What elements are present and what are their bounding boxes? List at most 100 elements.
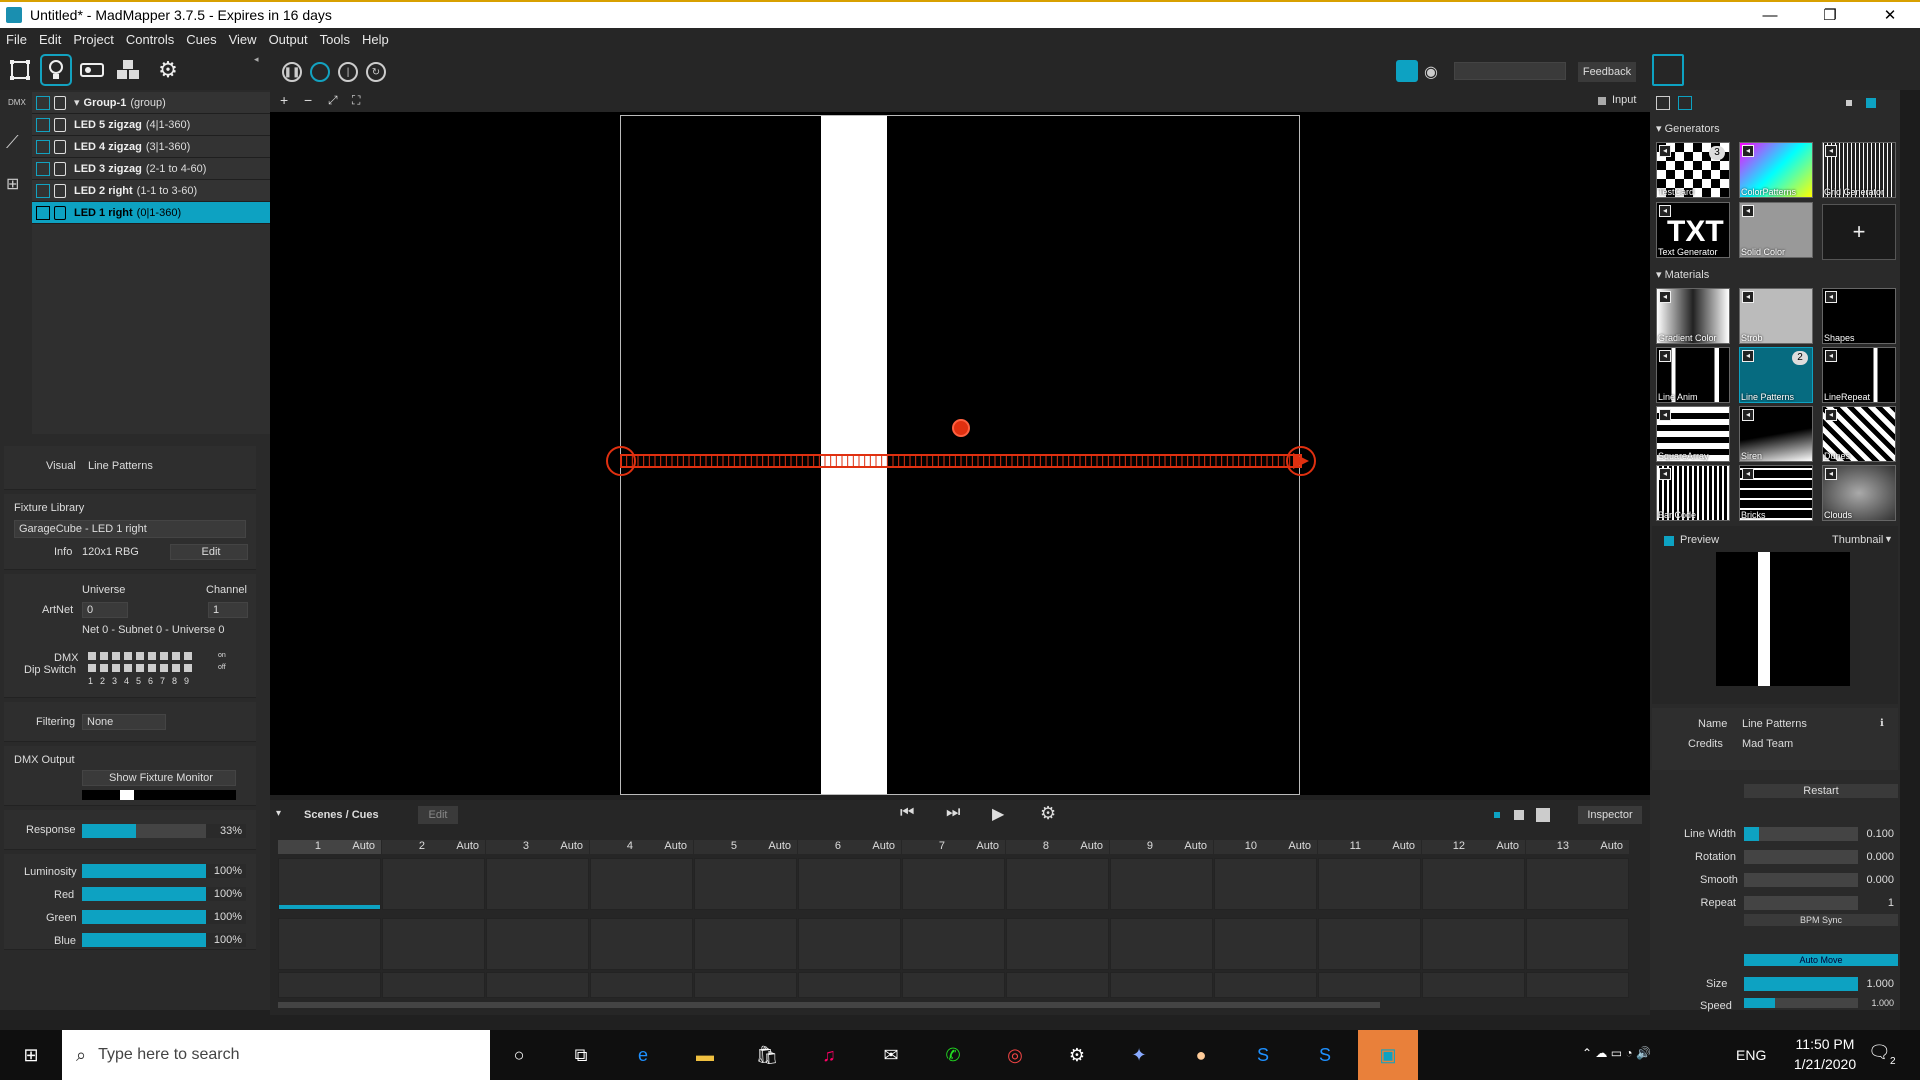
param-slider[interactable]: 0.100	[1744, 827, 1898, 841]
cue-column-header[interactable]: 10 Auto	[1214, 840, 1317, 854]
cue-cell[interactable]	[486, 918, 589, 970]
param-slider[interactable]: 1	[1744, 896, 1898, 910]
green-slider[interactable]: 100%	[82, 910, 246, 924]
cue-cell[interactable]	[1110, 918, 1213, 970]
play-thumb-icon[interactable]: ◂	[1825, 468, 1837, 480]
cue-cell[interactable]	[382, 858, 485, 910]
skype-icon[interactable]: S	[1248, 1040, 1278, 1070]
layer-visibility-checkbox[interactable]	[36, 183, 50, 198]
restart-button[interactable]: Restart	[1744, 784, 1898, 798]
cue-column-header[interactable]: 2 Auto	[382, 840, 485, 854]
material-tile[interactable]: ◂ Shapes	[1822, 288, 1896, 344]
lock-icon[interactable]	[54, 117, 66, 132]
cue-cell[interactable]	[1422, 918, 1525, 970]
play-thumb-icon[interactable]: ◂	[1659, 468, 1671, 480]
filtering-select[interactable]: None	[82, 714, 166, 730]
surfaces-mode-icon[interactable]	[6, 56, 34, 84]
layer-item[interactable]: LED 5 zigzag (4|1-360)	[32, 114, 270, 136]
add-folder-icon[interactable]: ⊞	[6, 174, 26, 194]
cue-column-header[interactable]: 11 Auto	[1318, 840, 1421, 854]
cue-cell[interactable]	[486, 858, 589, 910]
cue-cell[interactable]	[1526, 918, 1629, 970]
lock-icon[interactable]	[54, 205, 66, 220]
clock-date[interactable]: 1/21/2020	[1782, 1056, 1868, 1072]
play-thumb-icon[interactable]: ◂	[1659, 350, 1671, 362]
output-stage[interactable]	[606, 115, 1316, 795]
cue-column-header[interactable]: 4 Auto	[590, 840, 693, 854]
info-icon[interactable]: ℹ	[1880, 718, 1884, 729]
layer-visibility-checkbox[interactable]	[36, 117, 50, 132]
cue-cell[interactable]	[278, 918, 381, 970]
magnet-icon[interactable]	[1396, 60, 1418, 82]
play-thumb-icon[interactable]: ◂	[1742, 350, 1754, 362]
menu-project[interactable]: Project	[73, 32, 113, 47]
edge-icon[interactable]: e	[628, 1040, 658, 1070]
cue-cell[interactable]	[278, 858, 381, 910]
cue-cell[interactable]	[694, 972, 797, 998]
menu-controls[interactable]: Controls	[126, 32, 174, 47]
cue-cell[interactable]	[1526, 858, 1629, 910]
play-thumb-icon[interactable]: ◂	[1742, 468, 1754, 480]
dip-switch[interactable]	[148, 664, 156, 672]
freeze-icon[interactable]: |	[338, 62, 358, 82]
add-generator-button[interactable]: +	[1822, 204, 1896, 260]
material-tile[interactable]: ◂ Dunes	[1822, 406, 1896, 462]
projector-icon[interactable]	[78, 56, 106, 84]
settings-gear-icon[interactable]: ⚙	[154, 56, 182, 84]
task-view-icon[interactable]: ⧉	[566, 1040, 596, 1070]
cue-cell[interactable]	[798, 918, 901, 970]
play-thumb-icon[interactable]: ◂	[1742, 291, 1754, 303]
dip-switch[interactable]	[124, 664, 132, 672]
param-slider[interactable]: 0.000	[1744, 850, 1898, 864]
madmapper-taskbar-icon[interactable]: ▣	[1358, 1030, 1418, 1080]
cue-cell[interactable]	[382, 972, 485, 998]
record-icon[interactable]	[310, 62, 330, 82]
dip-switch[interactable]	[136, 652, 144, 660]
cue-cell[interactable]	[1214, 972, 1317, 998]
cue-column-header[interactable]: 8 Auto	[1006, 840, 1109, 854]
blue-slider[interactable]: 100%	[82, 933, 246, 947]
layer-item[interactable]: LED 3 zigzag (2-1 to 4-60)	[32, 158, 270, 180]
menu-file[interactable]: File	[6, 32, 27, 47]
material-tile[interactable]: ◂ LineRepeat	[1822, 347, 1896, 403]
eye-icon[interactable]: ◉	[1424, 62, 1438, 82]
maximize-button[interactable]: ❐	[1800, 2, 1860, 28]
fit-icon[interactable]: ⤢	[328, 93, 338, 108]
small-thumb-icon[interactable]	[1846, 100, 1852, 106]
file-explorer-icon[interactable]: ▬	[690, 1040, 720, 1070]
fixture-select[interactable]: GarageCube - LED 1 right	[14, 520, 246, 538]
show-fixture-monitor-button[interactable]: Show Fixture Monitor	[82, 770, 236, 786]
mail-icon[interactable]: ✉	[876, 1040, 906, 1070]
lock-icon[interactable]	[54, 183, 66, 198]
itunes-icon[interactable]: ♫	[814, 1040, 844, 1070]
cue-cell[interactable]	[590, 972, 693, 998]
output-select[interactable]	[1454, 62, 1566, 80]
cue-column-header[interactable]: 6 Auto	[798, 840, 901, 854]
chrome-icon[interactable]: ◎	[1000, 1040, 1030, 1070]
play-thumb-icon[interactable]: ◂	[1659, 205, 1671, 217]
taskbar-search[interactable]: ⌕ Type here to search	[62, 1030, 490, 1080]
cue-column-header[interactable]: 13 Auto	[1526, 840, 1629, 854]
cue-cell[interactable]	[902, 918, 1005, 970]
play-thumb-icon[interactable]: ◂	[1825, 409, 1837, 421]
cortana-icon[interactable]: ○	[504, 1040, 534, 1070]
dip-switch[interactable]	[100, 664, 108, 672]
generator-tile[interactable]: ◂ Solid Color	[1739, 202, 1813, 258]
cue-cell[interactable]	[694, 918, 797, 970]
cue-cell[interactable]	[1214, 918, 1317, 970]
cue-cell[interactable]	[1422, 972, 1525, 998]
clock-time[interactable]: 11:50 PM	[1790, 1036, 1860, 1052]
store-icon[interactable]: 🛍	[752, 1040, 782, 1070]
play-thumb-icon[interactable]: ◂	[1825, 350, 1837, 362]
close-button[interactable]: ✕	[1860, 2, 1920, 28]
material-tile[interactable]: ◂ Gradient Color	[1656, 288, 1730, 344]
cue-column-header[interactable]: 3 Auto	[486, 840, 589, 854]
speed-slider[interactable]: 1.000	[1744, 998, 1898, 1008]
cue-cell[interactable]	[1526, 972, 1629, 998]
cue-column-header[interactable]: 7 Auto	[902, 840, 1005, 854]
document-icon[interactable]	[1652, 54, 1684, 86]
cue-cell[interactable]	[902, 972, 1005, 998]
lock-icon[interactable]	[54, 139, 66, 154]
generator-tile[interactable]: ◂ Grid Generator	[1822, 142, 1896, 198]
universe-input[interactable]: 0	[82, 602, 128, 618]
